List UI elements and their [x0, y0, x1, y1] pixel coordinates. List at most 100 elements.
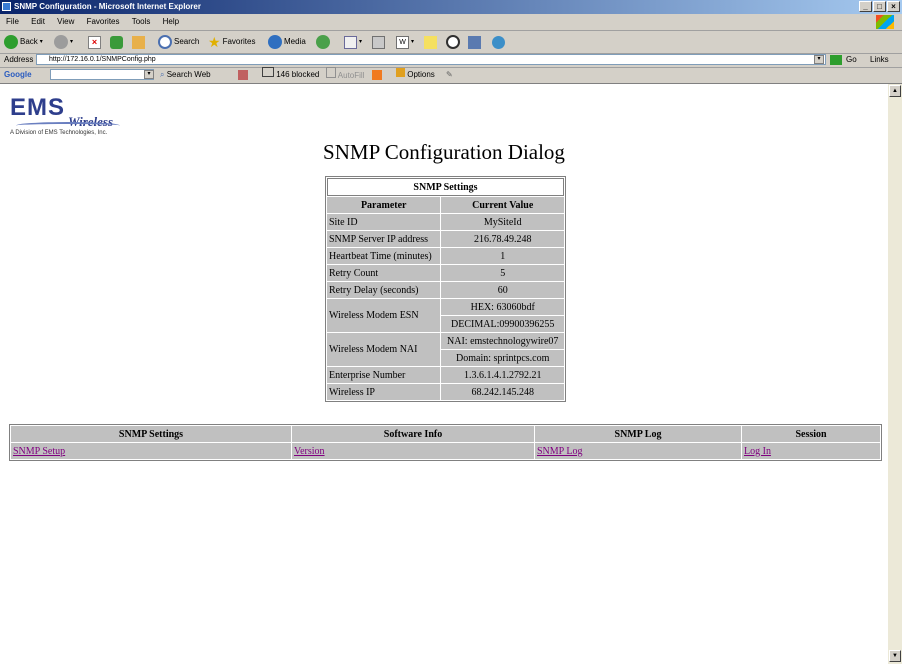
- star-icon: ★: [208, 34, 221, 50]
- row-value: DECIMAL:09900396255: [441, 316, 564, 332]
- maximize-button[interactable]: □: [873, 1, 886, 12]
- scroll-down-arrow[interactable]: ▼: [889, 650, 901, 662]
- home-button[interactable]: [132, 34, 145, 50]
- history-button[interactable]: [316, 34, 330, 50]
- popup-blocker[interactable]: 146 blocked: [262, 67, 319, 83]
- autofill-button[interactable]: AutoFill: [326, 67, 364, 84]
- snmp-log-link[interactable]: SNMP Log: [537, 446, 582, 457]
- menu-help[interactable]: Help: [163, 17, 179, 26]
- menu-view[interactable]: View: [57, 17, 74, 26]
- menu-file[interactable]: File: [6, 17, 19, 26]
- logo-swoosh: [16, 122, 120, 129]
- vertical-scrollbar[interactable]: ▲ ▼: [888, 84, 902, 664]
- logo-division: A Division of EMS Technologies, Inc.: [10, 130, 108, 136]
- google-toolbar: Google ▾ ⌕ Search Web 146 blocked AutoFi…: [0, 67, 902, 84]
- options-icon: [396, 68, 405, 77]
- print-button[interactable]: [372, 34, 385, 50]
- research-button[interactable]: [468, 34, 481, 50]
- page-title: SNMP Configuration Dialog: [323, 140, 565, 164]
- refresh-icon: [110, 35, 123, 49]
- address-bar: Address http://172.16.0.1/SNMPConfig.php…: [0, 53, 902, 68]
- extension-button[interactable]: [492, 34, 505, 50]
- column-header-parameter: Parameter: [327, 197, 441, 213]
- discuss-button[interactable]: [424, 34, 437, 50]
- nav-header-snmp-log: SNMP Log: [535, 426, 741, 442]
- mail-button[interactable]: ▾: [344, 34, 362, 50]
- chevron-down-icon: ▾: [359, 39, 363, 45]
- word-icon: W: [396, 35, 409, 49]
- browser-window: SNMP Configuration - Microsoft Internet …: [0, 0, 902, 664]
- back-arrow-icon: [4, 35, 18, 49]
- media-icon: [268, 35, 282, 49]
- row-value: 60: [441, 282, 564, 298]
- nav-header-software-info: Software Info: [292, 426, 534, 442]
- row-value: NAI: emstechnologywire07: [441, 333, 564, 349]
- search-icon: ⌕: [160, 70, 165, 79]
- ie-icon: [2, 2, 11, 11]
- row-value: MySiteId: [441, 214, 564, 230]
- links-button[interactable]: Links: [870, 53, 889, 67]
- row-label: Retry Delay (seconds): [327, 282, 441, 298]
- row-label: Heartbeat Time (minutes): [327, 248, 441, 264]
- menu-favorites[interactable]: Favorites: [87, 17, 120, 26]
- options-button[interactable]: Options: [396, 67, 435, 83]
- stop-button[interactable]: ×: [88, 34, 101, 50]
- log-in-link[interactable]: Log In: [744, 446, 771, 457]
- table-row: Retry Delay (seconds) 60: [327, 282, 564, 298]
- scroll-up-arrow[interactable]: ▲: [889, 85, 901, 97]
- menu-edit[interactable]: Edit: [31, 17, 45, 26]
- stop-icon: ×: [88, 35, 101, 49]
- favorites-button[interactable]: ★ Favorites: [208, 34, 255, 50]
- google-search-input[interactable]: [50, 69, 154, 80]
- close-button[interactable]: ×: [887, 1, 900, 12]
- edit-button[interactable]: W ▾: [396, 34, 414, 50]
- search-web-button[interactable]: ⌕ Search Web: [160, 67, 211, 83]
- pencil-icon[interactable]: ✎: [446, 67, 453, 83]
- snmp-setup-link[interactable]: SNMP Setup: [13, 446, 65, 457]
- chevron-down-icon: ▾: [70, 39, 74, 45]
- search-icon: [158, 35, 172, 49]
- blocked-icon: [446, 35, 460, 49]
- google-brand[interactable]: Google: [4, 67, 32, 83]
- pagerank-icon[interactable]: [238, 70, 248, 80]
- version-link[interactable]: Version: [294, 446, 325, 457]
- table-row: Heartbeat Time (minutes) 1: [327, 248, 564, 264]
- logo-brand: EMS: [10, 94, 66, 121]
- windows-logo-icon: [876, 15, 894, 29]
- research-icon: [468, 35, 481, 49]
- ems-logo: EMS Wireless A Division of EMS Technolog…: [10, 94, 120, 136]
- minimize-button[interactable]: _: [859, 1, 872, 12]
- standard-toolbar: Back ▾ ▾ × Search ★ Favorites Media ▾ W …: [0, 31, 902, 54]
- messenger-button[interactable]: [446, 34, 460, 50]
- row-label: Wireless Modem NAI: [327, 333, 441, 366]
- go-button[interactable]: Go: [846, 53, 857, 67]
- row-value: 1: [441, 248, 564, 264]
- row-label: Enterprise Number: [327, 367, 441, 383]
- google-search-dropdown[interactable]: ▾: [144, 70, 154, 79]
- column-header-value: Current Value: [441, 197, 564, 213]
- autofill-icon: [326, 67, 336, 78]
- page-content: EMS Wireless A Division of EMS Technolog…: [0, 84, 888, 664]
- search-button[interactable]: Search: [158, 34, 199, 50]
- folder-icon: [424, 35, 437, 49]
- snmp-settings-table: SNMP Settings Parameter Current Value Si…: [325, 176, 566, 402]
- row-label: Retry Count: [327, 265, 441, 281]
- forward-arrow-icon: [54, 35, 68, 49]
- media-button[interactable]: Media: [268, 34, 306, 50]
- chevron-down-icon: ▾: [39, 39, 43, 45]
- table-row: Enterprise Number 1.3.6.1.4.1.2792.21: [327, 367, 564, 383]
- address-input[interactable]: http://172.16.0.1/SNMPConfig.php: [36, 54, 826, 65]
- blogger-icon[interactable]: [372, 70, 382, 80]
- forward-button[interactable]: ▾: [54, 34, 73, 50]
- messenger-icon: [492, 35, 505, 49]
- menu-tools[interactable]: Tools: [132, 17, 151, 26]
- row-label: Wireless Modem ESN: [327, 299, 441, 332]
- table-row: Site ID MySiteId: [327, 214, 564, 230]
- chevron-down-icon: ▾: [411, 39, 415, 45]
- nav-header-session: Session: [742, 426, 880, 442]
- back-button[interactable]: Back ▾: [4, 34, 43, 50]
- address-dropdown[interactable]: ▾: [814, 55, 824, 64]
- address-url: http://172.16.0.1/SNMPConfig.php: [49, 56, 156, 63]
- address-label: Address: [4, 55, 34, 64]
- refresh-button[interactable]: [110, 34, 123, 50]
